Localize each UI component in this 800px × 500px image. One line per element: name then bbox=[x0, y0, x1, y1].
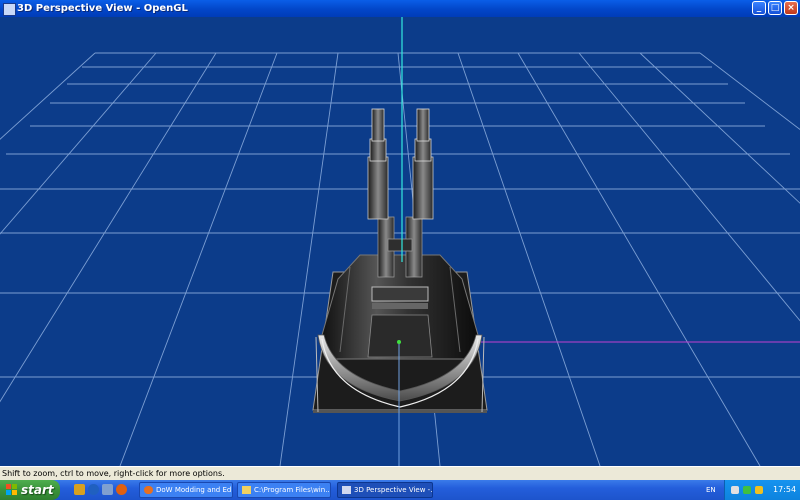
system-tray: 17:54 bbox=[724, 480, 800, 500]
taskbar-item-program-files[interactable]: C:\Program Files\win... bbox=[237, 482, 331, 498]
clock[interactable]: 17:54 bbox=[773, 483, 796, 497]
status-bar: Shift to zoom, ctrl to move, right-click… bbox=[0, 466, 800, 481]
volume-icon[interactable] bbox=[755, 486, 763, 494]
app-icon[interactable] bbox=[3, 3, 16, 16]
close-button[interactable]: × bbox=[784, 1, 798, 15]
app-window-icon bbox=[342, 486, 351, 494]
language-indicator[interactable]: EN bbox=[706, 483, 716, 497]
3d-viewport[interactable] bbox=[0, 17, 800, 466]
origin-marker bbox=[397, 340, 401, 344]
quick-launch-explorer-icon[interactable] bbox=[74, 484, 85, 495]
minimize-button[interactable]: _ bbox=[752, 1, 766, 15]
start-label: start bbox=[21, 483, 54, 497]
firefox-icon bbox=[144, 486, 153, 494]
taskbar-item-dow-modding[interactable]: DoW Modding and Edi... bbox=[139, 482, 233, 498]
start-button[interactable]: start bbox=[0, 480, 60, 500]
taskbar-item-3d-perspective[interactable]: 3D Perspective View -... bbox=[337, 482, 433, 498]
security-icon[interactable] bbox=[743, 486, 751, 494]
network-icon[interactable] bbox=[731, 486, 739, 494]
maximize-button[interactable]: □ bbox=[768, 1, 782, 15]
explorer-icon bbox=[242, 486, 251, 494]
turret-model bbox=[312, 108, 488, 413]
status-text: Shift to zoom, ctrl to move, right-click… bbox=[2, 469, 225, 478]
windows-logo-icon bbox=[6, 484, 18, 496]
quick-launch-desktop-icon[interactable] bbox=[102, 484, 113, 495]
viewport-scene bbox=[0, 17, 800, 466]
title-bar[interactable]: 3D Perspective View - OpenGL _ □ × bbox=[0, 0, 800, 17]
window-title: 3D Perspective View - OpenGL bbox=[17, 3, 188, 14]
quick-launch-ie-icon[interactable] bbox=[88, 484, 99, 495]
quick-launch-media-icon[interactable] bbox=[116, 484, 127, 495]
taskbar: start DoW Modding and Edi... C:\Program … bbox=[0, 480, 800, 500]
